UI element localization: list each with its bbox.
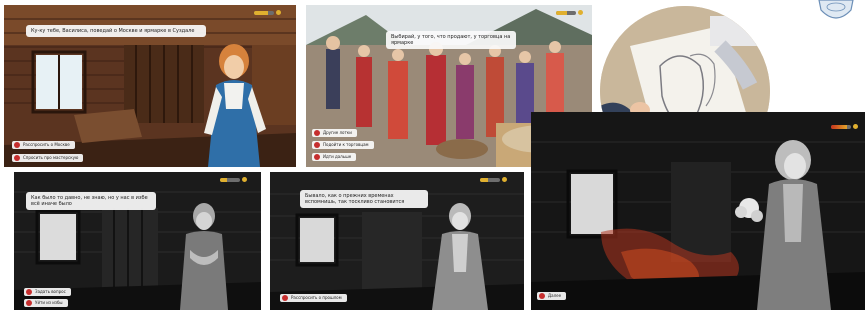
dialogue-bubble: Как было то давно, не знаю, но у нас в и… (26, 192, 156, 210)
choice-dot-icon (26, 300, 32, 306)
choice-dot-icon (14, 142, 20, 148)
choice-dot-icon (314, 154, 320, 160)
choice-button[interactable]: Уйти из избы (24, 299, 68, 307)
choice-label: Далее (548, 293, 562, 298)
choice-label: Спросить про мастерскую (23, 155, 79, 160)
choice-dot-icon (282, 295, 288, 301)
ghost-background (531, 112, 865, 310)
choice-label: Идти дальше (323, 154, 352, 159)
choice-label: Подойти к торговцам (323, 142, 369, 147)
choice-dot-icon (14, 155, 20, 161)
choice-button[interactable]: Далее (537, 292, 567, 300)
choice-button[interactable]: Идти дальше (312, 153, 357, 161)
choice-button[interactable]: Задать вопрос (24, 288, 71, 296)
choice-button[interactable]: Расспросить о прошлом (280, 294, 347, 302)
choice-label: Другие лотки (323, 130, 352, 135)
choice-button[interactable]: Расспросить о Москве (12, 141, 75, 149)
choice-label: Задать вопрос (35, 289, 66, 294)
choice-dot-icon (539, 293, 545, 299)
meter-indicator-icon (502, 177, 507, 182)
meter (556, 10, 583, 15)
choice-dot-icon (314, 130, 320, 136)
meter-indicator-icon (578, 10, 583, 15)
meter (254, 10, 281, 15)
dialogue-bubble: Выбирай, у того, что продают, у торговца… (386, 31, 516, 49)
meter-indicator-icon (242, 177, 247, 182)
meter-indicator-icon (276, 10, 281, 15)
header-strip (0, 0, 865, 4)
dialogue-bubble: Ку-ку тебе, Василиса, поведай о Москве и… (26, 25, 206, 37)
meter-indicator-icon (853, 124, 858, 129)
choice-button[interactable]: Спросить про мастерскую (12, 154, 84, 162)
choice-button[interactable]: Другие лотки (312, 129, 357, 137)
dialogue-bubble: Бывало, как о прежних временах вспомнишь… (300, 190, 428, 208)
choice-label: Расспросить о прошлом (291, 295, 342, 300)
scene-ghost: Далее (531, 112, 865, 310)
meter (480, 177, 507, 182)
meter (831, 124, 858, 129)
choice-label: Уйти из избы (35, 300, 63, 305)
scene-izba-bw-1: Как было то давно, не знаю, но у нас в и… (14, 172, 261, 310)
scene-izba-girl: Ку-ку тебе, Василиса, поведай о Москве и… (4, 5, 296, 167)
choice-label: Расспросить о Москве (23, 142, 70, 147)
choice-dot-icon (314, 142, 320, 148)
scene-izba-bw-2: Бывало, как о прежних временах вспомнишь… (270, 172, 524, 310)
choice-button[interactable]: Подойти к торговцам (312, 141, 374, 149)
emblem-icon (818, 0, 854, 19)
meter (220, 177, 247, 182)
choice-dot-icon (26, 289, 32, 295)
